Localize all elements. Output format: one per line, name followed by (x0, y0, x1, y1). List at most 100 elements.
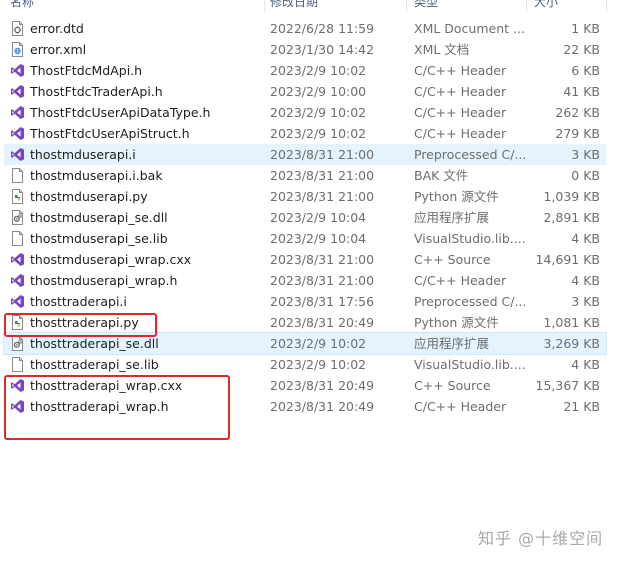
file-type: C/C++ Header (414, 105, 507, 120)
dll-file-icon (10, 336, 25, 351)
file-row[interactable]: thostmduserapi.py 2023/8/31 21:00 Python 源… (4, 186, 606, 207)
file-type: Preprocessed C/... (414, 147, 526, 162)
file-type: C++ Source (414, 378, 491, 393)
file-name: ThostFtdcTraderApi.h (30, 84, 163, 99)
file-name: error.xml (30, 42, 87, 57)
file-type: C/C++ Header (414, 273, 507, 288)
visual-studio-icon (10, 126, 25, 141)
file-name: thostmduserapi.py (30, 189, 148, 204)
file-date: 2022/6/28 11:59 (270, 21, 375, 36)
xml-file-icon (10, 42, 25, 57)
file-size: 3 KB (571, 294, 600, 309)
file-size: 2,891 KB (543, 210, 600, 225)
file-row[interactable]: thostmduserapi.i.bak 2023/8/31 21:00 BAK 文… (4, 165, 606, 186)
file-date: 2023/8/31 20:49 (270, 378, 375, 393)
file-row[interactable]: error.xml 2023/1/30 14:42 XML 文档 22 KB (4, 39, 606, 60)
visual-studio-icon (10, 105, 25, 120)
file-row[interactable]: thostmduserapi_wrap.cxx 2023/8/31 21:00 C+… (4, 249, 606, 270)
file-row[interactable]: ThostFtdcUserApiDataType.h 2023/2/9 10:02… (4, 102, 606, 123)
column-divider[interactable] (526, 0, 527, 12)
file-date: 2023/2/9 10:02 (270, 63, 367, 78)
file-type: C/C++ Header (414, 84, 507, 99)
file-type: C/C++ Header (414, 399, 507, 414)
file-row[interactable]: ThostFtdcMdApi.h 2023/2/9 10:02 C/C++ Head… (4, 60, 606, 81)
file-size: 15,367 KB (535, 378, 600, 393)
file-type: VisualStudio.lib.... (414, 357, 526, 372)
file-row[interactable]: ThostFtdcTraderApi.h 2023/2/9 10:00 C/C++ … (4, 81, 606, 102)
file-type: XML Document ... (414, 21, 525, 36)
file-size: 1,039 KB (543, 189, 600, 204)
file-date: 2023/2/9 10:02 (270, 105, 367, 120)
blank-file-icon (10, 168, 25, 183)
file-name: ThostFtdcUserApiStruct.h (30, 126, 190, 141)
watermark-text: 知乎 @十维空间 (478, 529, 604, 548)
column-divider[interactable] (264, 0, 265, 12)
file-size: 22 KB (563, 42, 600, 57)
file-size: 4 KB (571, 273, 600, 288)
file-size: 0 KB (571, 168, 600, 183)
dtd-file-icon (10, 21, 25, 36)
visual-studio-icon (10, 147, 25, 162)
file-type: Python 源文件 (414, 189, 499, 204)
file-date: 2023/8/31 21:00 (270, 147, 375, 162)
file-size: 21 KB (563, 399, 600, 414)
python-file-icon (10, 189, 25, 204)
file-name: thostmduserapi_se.dll (30, 210, 168, 225)
file-size: 1 KB (571, 21, 600, 36)
file-date: 2023/2/9 10:04 (270, 231, 367, 246)
file-type: C/C++ Header (414, 63, 507, 78)
file-row[interactable]: error.dtd 2022/6/28 11:59 XML Document ...… (4, 18, 606, 39)
file-name: thostmduserapi.i.bak (30, 168, 163, 183)
file-name: thosttraderapi.i (30, 294, 127, 309)
file-date: 2023/2/9 10:04 (270, 210, 367, 225)
file-date: 2023/2/9 10:02 (270, 126, 367, 141)
file-type: 应用程序扩展 (414, 210, 490, 225)
visual-studio-icon (10, 252, 25, 267)
column-divider[interactable] (606, 0, 607, 12)
dll-file-icon (10, 210, 25, 225)
file-size: 262 KB (555, 105, 600, 120)
file-row[interactable]: thosttraderapi_se.lib 2023/2/9 10:02 Visua… (4, 354, 606, 375)
column-header-type[interactable]: 类型 (414, 0, 438, 12)
visual-studio-icon (10, 294, 25, 309)
file-row[interactable]: ThostFtdcUserApiStruct.h 2023/2/9 10:02 C/… (4, 123, 606, 144)
file-type: C/C++ Header (414, 126, 507, 141)
file-type: XML 文档 (414, 42, 470, 57)
file-date: 2023/8/31 17:56 (270, 294, 375, 309)
file-size: 1,081 KB (543, 315, 600, 330)
column-header-bar: 名称 修改日期 类型 大小 (0, 0, 610, 12)
file-row[interactable]: thosttraderapi.i 2023/8/31 17:56 Preproces… (4, 291, 606, 312)
file-row[interactable]: thostmduserapi_se.dll 2023/2/9 10:04 应用程序扩… (4, 207, 606, 228)
file-size: 41 KB (563, 84, 600, 99)
file-name: ThostFtdcUserApiDataType.h (30, 105, 211, 120)
blank-file-icon (10, 357, 25, 372)
file-row[interactable]: thostmduserapi_se.lib 2023/2/9 10:04 Visua… (4, 228, 606, 249)
file-date: 2023/2/9 10:02 (270, 357, 367, 372)
file-type: VisualStudio.lib.... (414, 231, 526, 246)
file-size: 3,269 KB (543, 336, 600, 351)
file-type: Python 源文件 (414, 315, 499, 330)
file-date: 2023/2/9 10:00 (270, 84, 367, 99)
file-name: thostmduserapi.i (30, 147, 136, 162)
file-name: thostmduserapi_wrap.cxx (30, 252, 192, 267)
file-date: 2023/1/30 14:42 (270, 42, 375, 57)
visual-studio-icon (10, 273, 25, 288)
file-name: thostmduserapi_se.lib (30, 231, 168, 246)
visual-studio-icon (10, 63, 25, 78)
blank-file-icon (10, 231, 25, 246)
file-date: 2023/8/31 21:00 (270, 189, 375, 204)
column-header-size[interactable]: 大小 (534, 0, 558, 12)
file-row[interactable]: thostmduserapi_wrap.h 2023/8/31 21:00 C/C+… (4, 270, 606, 291)
column-divider[interactable] (406, 0, 407, 12)
file-row[interactable]: thostmduserapi.i 2023/8/31 21:00 Preproces… (4, 144, 606, 165)
file-name: error.dtd (30, 21, 84, 36)
file-type: 应用程序扩展 (414, 336, 490, 351)
file-type: BAK 文件 (414, 168, 469, 183)
file-size: 4 KB (571, 231, 600, 246)
file-date: 2023/8/31 21:00 (270, 252, 375, 267)
column-header-date[interactable]: 修改日期 (270, 0, 318, 12)
column-header-name[interactable]: 名称 (10, 0, 34, 12)
file-date: 2023/8/31 20:49 (270, 315, 375, 330)
file-name: ThostFtdcMdApi.h (30, 63, 143, 78)
file-date: 2023/8/31 21:00 (270, 168, 375, 183)
